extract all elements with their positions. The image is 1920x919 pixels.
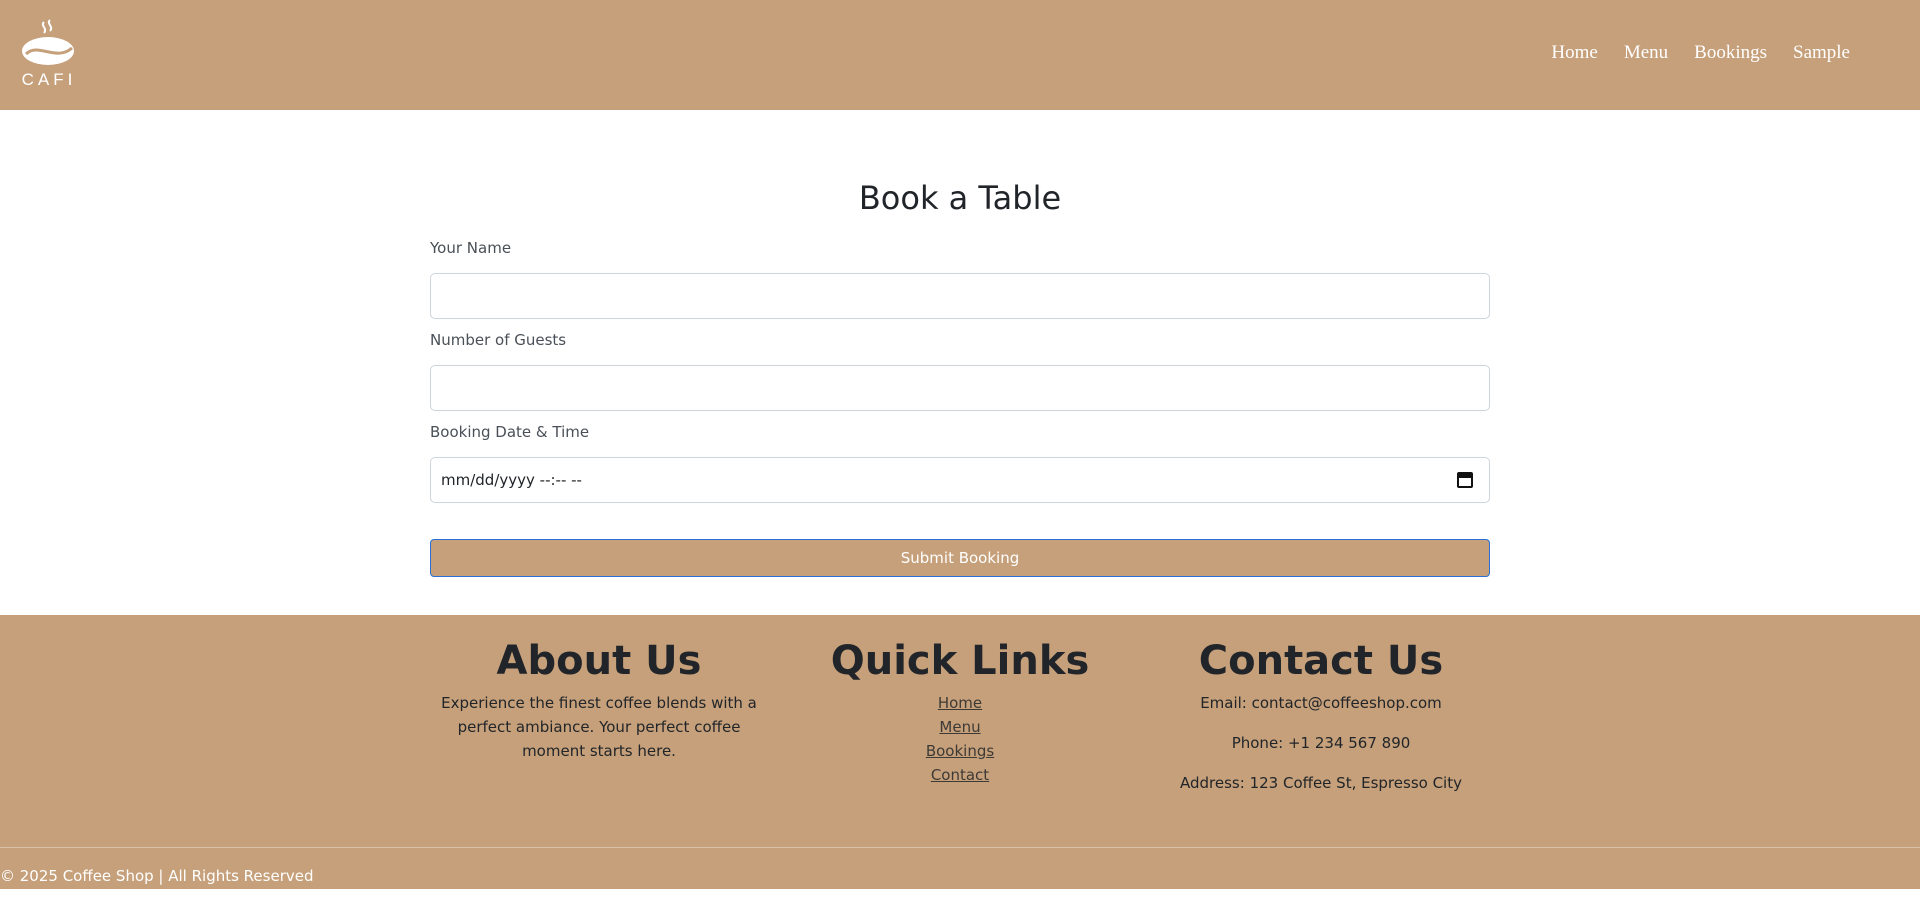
- contact-phone: Phone: +1 234 567 890: [1231, 734, 1411, 752]
- page-title: Book a Table: [858, 179, 1062, 217]
- contact-email: Email: contact@coffeeshop.com: [1200, 694, 1442, 712]
- name-label: Your Name: [430, 239, 512, 257]
- main-nav: Home Menu Bookings Sample: [1551, 42, 1850, 64]
- datetime-input[interactable]: mm/dd/yyyy --:-- --: [430, 457, 1490, 503]
- footer: About Us Experience the finest coffee bl…: [0, 615, 1920, 889]
- datetime-label: Booking Date & Time: [430, 423, 590, 441]
- about-text: Experience the finest coffee blends with…: [441, 694, 757, 760]
- nav-link-home[interactable]: Home: [1551, 42, 1597, 64]
- footer-divider: [0, 847, 1920, 848]
- name-input[interactable]: [430, 273, 1490, 319]
- nav-link-menu[interactable]: Menu: [1624, 42, 1668, 64]
- submit-booking-button[interactable]: Submit Booking: [430, 539, 1490, 577]
- quick-links-section: Quick Links Home Menu Bookings Contact: [790, 637, 1130, 787]
- calendar-icon[interactable]: [1457, 472, 1473, 488]
- copyright-text: © 2025 Coffee Shop | All Rights Reserved: [0, 867, 314, 885]
- quick-links-title: Quick Links: [830, 638, 1090, 684]
- contact-section: Contact Us Email: contact@coffeeshop.com…: [1151, 637, 1491, 803]
- nav-link-sample[interactable]: Sample: [1793, 42, 1850, 64]
- nav-link-bookings[interactable]: Bookings: [1694, 42, 1767, 64]
- cafe-logo[interactable]: CAFI: [20, 18, 78, 90]
- contact-title: Contact Us: [1198, 638, 1444, 684]
- guests-input[interactable]: [430, 365, 1490, 411]
- contact-address: Address: 123 Coffee St, Espresso City: [1180, 774, 1462, 792]
- guests-label: Number of Guests: [430, 331, 567, 349]
- about-section: About Us Experience the finest coffee bl…: [429, 637, 769, 763]
- datetime-value: mm/dd/yyyy --:-- --: [441, 471, 582, 489]
- footer-link-menu[interactable]: Menu: [790, 715, 1130, 739]
- about-title: About Us: [496, 638, 702, 684]
- footer-link-contact[interactable]: Contact: [790, 763, 1130, 787]
- logo-text: CAFI: [21, 70, 77, 89]
- footer-link-home[interactable]: Home: [790, 691, 1130, 715]
- coffee-bean-icon: [22, 19, 74, 65]
- navbar: CAFI Home Menu Bookings Sample: [0, 0, 1920, 110]
- footer-link-bookings[interactable]: Bookings: [790, 739, 1130, 763]
- booking-section: Book a Table Your Name Number of Guests …: [430, 170, 1490, 577]
